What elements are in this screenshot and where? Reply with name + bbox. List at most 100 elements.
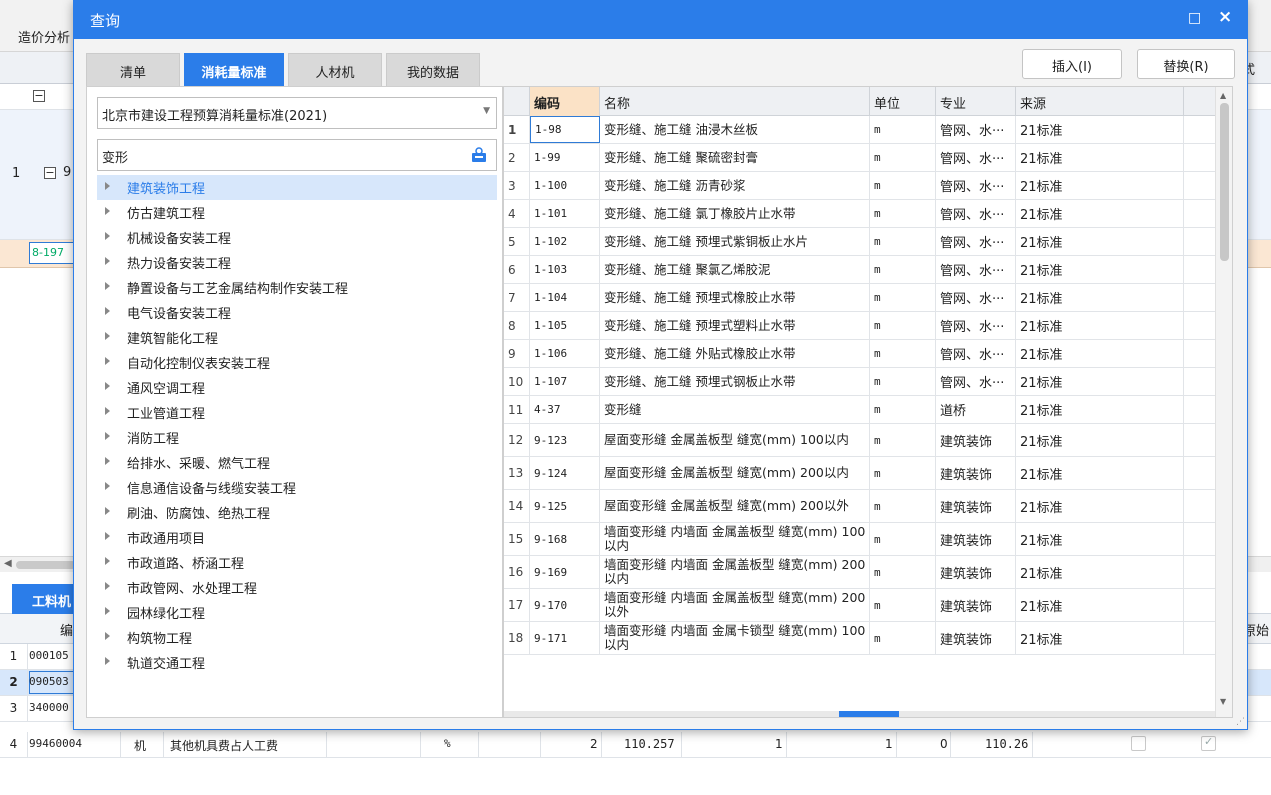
tree-item[interactable]: 建筑装饰工程 xyxy=(97,175,497,200)
result-row[interactable]: 4 1-101 变形缝、施工缝 氯丁橡胶片止水带 m 管网、水··· 21标准 xyxy=(504,200,1215,228)
tree-item[interactable]: 构筑物工程 xyxy=(97,625,497,650)
scroll-left-icon[interactable]: ◀ xyxy=(4,558,12,569)
expand-triangle-icon[interactable] xyxy=(105,532,110,540)
column-header-name[interactable]: 名称 xyxy=(600,87,870,116)
result-row[interactable]: 11 4-37 变形缝 m 道桥 21标准 xyxy=(504,396,1215,424)
expand-triangle-icon[interactable] xyxy=(105,232,110,240)
tree-item[interactable]: 电气设备安装工程 xyxy=(97,300,497,325)
expand-triangle-icon[interactable] xyxy=(105,382,110,390)
column-header-source[interactable]: 来源 xyxy=(1016,87,1184,116)
tree-item[interactable]: 工业管道工程 xyxy=(97,400,497,425)
expand-triangle-icon[interactable] xyxy=(105,507,110,515)
expand-triangle-icon[interactable] xyxy=(105,557,110,565)
tree-item[interactable]: 园林绿化工程 xyxy=(97,600,497,625)
expand-triangle-icon[interactable] xyxy=(105,632,110,640)
horizontal-splitter[interactable] xyxy=(504,711,1215,717)
result-row[interactable]: 2 1-99 变形缝、施工缝 聚硫密封膏 m 管网、水··· 21标准 xyxy=(504,144,1215,172)
tree-item-label: 自动化控制仪表安装工程 xyxy=(127,357,271,372)
result-row[interactable]: 1 1-98 变形缝、施工缝 油浸木丝板 m 管网、水··· 21标准 xyxy=(504,116,1215,144)
result-row[interactable]: 16 9-169 墙面变形缝 内墙面 金属盖板型 缝宽(mm) 200以内 m 建筑装饰… xyxy=(504,556,1215,589)
result-row[interactable]: 7 1-104 变形缝、施工缝 预埋式橡胶止水带 m 管网、水··· 21标准 xyxy=(504,284,1215,312)
result-row[interactable]: 17 9-170 墙面变形缝 内墙面 金属盖板型 缝宽(mm) 200以外 m 建筑装饰… xyxy=(504,589,1215,622)
tab-my-data[interactable]: 我的数据 xyxy=(386,53,480,86)
background-tab-cost-analysis[interactable]: 造价分析 xyxy=(18,27,70,46)
close-icon[interactable]: × xyxy=(1218,7,1232,27)
chevron-down-icon[interactable]: ▼ xyxy=(483,106,490,116)
result-row[interactable]: 10 1-107 变形缝、施工缝 预埋式钢板止水带 m 管网、水··· 21标准 xyxy=(504,368,1215,396)
tree-item-label: 轨道交通工程 xyxy=(127,657,206,672)
scroll-down-icon[interactable]: ▼ xyxy=(1220,697,1226,706)
tree-item[interactable]: 自动化控制仪表安装工程 xyxy=(97,350,497,375)
expand-triangle-icon[interactable] xyxy=(105,432,110,440)
expand-triangle-icon[interactable] xyxy=(105,407,110,415)
result-row[interactable]: 14 9-125 屋面变形缝 金属盖板型 缝宽(mm) 200以外 m 建筑装饰 21标准 xyxy=(504,490,1215,523)
splitter-grip[interactable] xyxy=(839,711,899,717)
lower-table-row[interactable]: 4 99460004 机 其他机具费占人工费 % 2 110.257 1 1 0… xyxy=(0,732,1271,758)
tree-item[interactable]: 建筑智能化工程 xyxy=(97,325,497,350)
tree-item[interactable]: 刷油、防腐蚀、绝热工程 xyxy=(97,500,497,525)
tree-item-label: 园林绿化工程 xyxy=(127,607,206,622)
dialog-titlebar[interactable]: 查询 □ × xyxy=(74,1,1247,39)
result-row[interactable]: 9 1-106 变形缝、施工缝 外贴式橡胶止水带 m 管网、水··· 21标准 xyxy=(504,340,1215,368)
standard-select[interactable]: 北京市建设工程预算消耗量标准(2021) ▼ xyxy=(97,97,497,129)
tree-item[interactable]: 市政通用项目 xyxy=(97,525,497,550)
result-row[interactable]: 13 9-124 屋面变形缝 金属盖板型 缝宽(mm) 200以内 m 建筑装饰 21标准 xyxy=(504,457,1215,490)
result-row[interactable]: 6 1-103 变形缝、施工缝 聚氯乙烯胶泥 m 管网、水··· 21标准 xyxy=(504,256,1215,284)
tree-item[interactable]: 通风空调工程 xyxy=(97,375,497,400)
tree-item[interactable]: 热力设备安装工程 xyxy=(97,250,497,275)
expand-triangle-icon[interactable] xyxy=(105,457,110,465)
tree-item[interactable]: 市政管网、水处理工程 xyxy=(97,575,497,600)
expand-triangle-icon[interactable] xyxy=(105,657,110,665)
tree-item[interactable]: 机械设备安装工程 xyxy=(97,225,497,250)
resize-grip-icon[interactable]: ⋰ xyxy=(1236,717,1245,727)
expand-triangle-icon[interactable] xyxy=(105,207,110,215)
scroll-thumb[interactable] xyxy=(16,561,76,569)
result-row[interactable]: 5 1-102 变形缝、施工缝 预埋式紫铜板止水片 m 管网、水··· 21标准 xyxy=(504,228,1215,256)
insert-button[interactable]: 插入(I) xyxy=(1022,49,1122,79)
tree-item-label: 工业管道工程 xyxy=(127,407,206,422)
tree-item[interactable]: 信息通信设备与线缆安装工程 xyxy=(97,475,497,500)
collapse-icon[interactable]: − xyxy=(33,90,45,102)
filter-search-icon[interactable] xyxy=(471,147,487,163)
tree-item[interactable]: 仿古建筑工程 xyxy=(97,200,497,225)
column-header-code[interactable]: 编码 xyxy=(530,87,600,116)
search-input[interactable]: 变形 xyxy=(97,139,497,171)
checkbox-checked[interactable] xyxy=(1201,735,1216,751)
tab-labor-material-machine[interactable]: 人材机 xyxy=(288,53,382,86)
category-panel: 北京市建设工程预算消耗量标准(2021) ▼ 变形 建筑装饰工程 仿古建筑工程 机械… xyxy=(86,86,503,718)
maximize-icon[interactable]: □ xyxy=(1188,10,1201,26)
checkbox[interactable] xyxy=(1131,736,1146,751)
lower-row-name: 其他机具费占人工费 xyxy=(170,739,279,753)
tree-item[interactable]: 轨道交通工程 xyxy=(97,650,497,675)
expand-triangle-icon[interactable] xyxy=(105,482,110,490)
expand-triangle-icon[interactable] xyxy=(105,307,110,315)
row-source: 21标准 xyxy=(1016,116,1184,143)
scroll-thumb[interactable] xyxy=(1220,103,1229,261)
collapse-icon[interactable]: − xyxy=(44,167,56,179)
expand-triangle-icon[interactable] xyxy=(105,257,110,265)
column-header-specialty[interactable]: 专业 xyxy=(936,87,1016,116)
expand-triangle-icon[interactable] xyxy=(105,607,110,615)
expand-triangle-icon[interactable] xyxy=(105,182,110,190)
replace-button[interactable]: 替换(R) xyxy=(1137,49,1235,79)
tree-item[interactable]: 给排水、采暖、燃气工程 xyxy=(97,450,497,475)
result-row[interactable]: 3 1-100 变形缝、施工缝 沥青砂浆 m 管网、水··· 21标准 xyxy=(504,172,1215,200)
result-row[interactable]: 15 9-168 墙面变形缝 内墙面 金属盖板型 缝宽(mm) 100以内 m 建筑装饰… xyxy=(504,523,1215,556)
column-header-unit[interactable]: 单位 xyxy=(870,87,936,116)
scroll-up-icon[interactable]: ▲ xyxy=(1220,91,1226,100)
expand-triangle-icon[interactable] xyxy=(105,357,110,365)
expand-triangle-icon[interactable] xyxy=(105,332,110,340)
tree-item[interactable]: 静置设备与工艺金属结构制作安装工程 xyxy=(97,275,497,300)
expand-triangle-icon[interactable] xyxy=(105,582,110,590)
expand-triangle-icon[interactable] xyxy=(105,282,110,290)
vertical-scrollbar[interactable]: ▲ ▼ xyxy=(1215,87,1232,717)
result-row[interactable]: 8 1-105 变形缝、施工缝 预埋式塑料止水带 m 管网、水··· 21标准 xyxy=(504,312,1215,340)
row-unit: m xyxy=(870,228,936,255)
tree-item[interactable]: 消防工程 xyxy=(97,425,497,450)
lower-row-c1: 1 xyxy=(775,737,783,751)
tree-item[interactable]: 市政道路、桥涵工程 xyxy=(97,550,497,575)
result-row[interactable]: 18 9-171 墙面变形缝 内墙面 金属卡锁型 缝宽(mm) 100以内 m 建筑装饰… xyxy=(504,622,1215,655)
tab-bill[interactable]: 清单 xyxy=(86,53,180,86)
tab-consumption-standard[interactable]: 消耗量标准 xyxy=(184,53,284,86)
result-row[interactable]: 12 9-123 屋面变形缝 金属盖板型 缝宽(mm) 100以内 m 建筑装饰 21标准 xyxy=(504,424,1215,457)
